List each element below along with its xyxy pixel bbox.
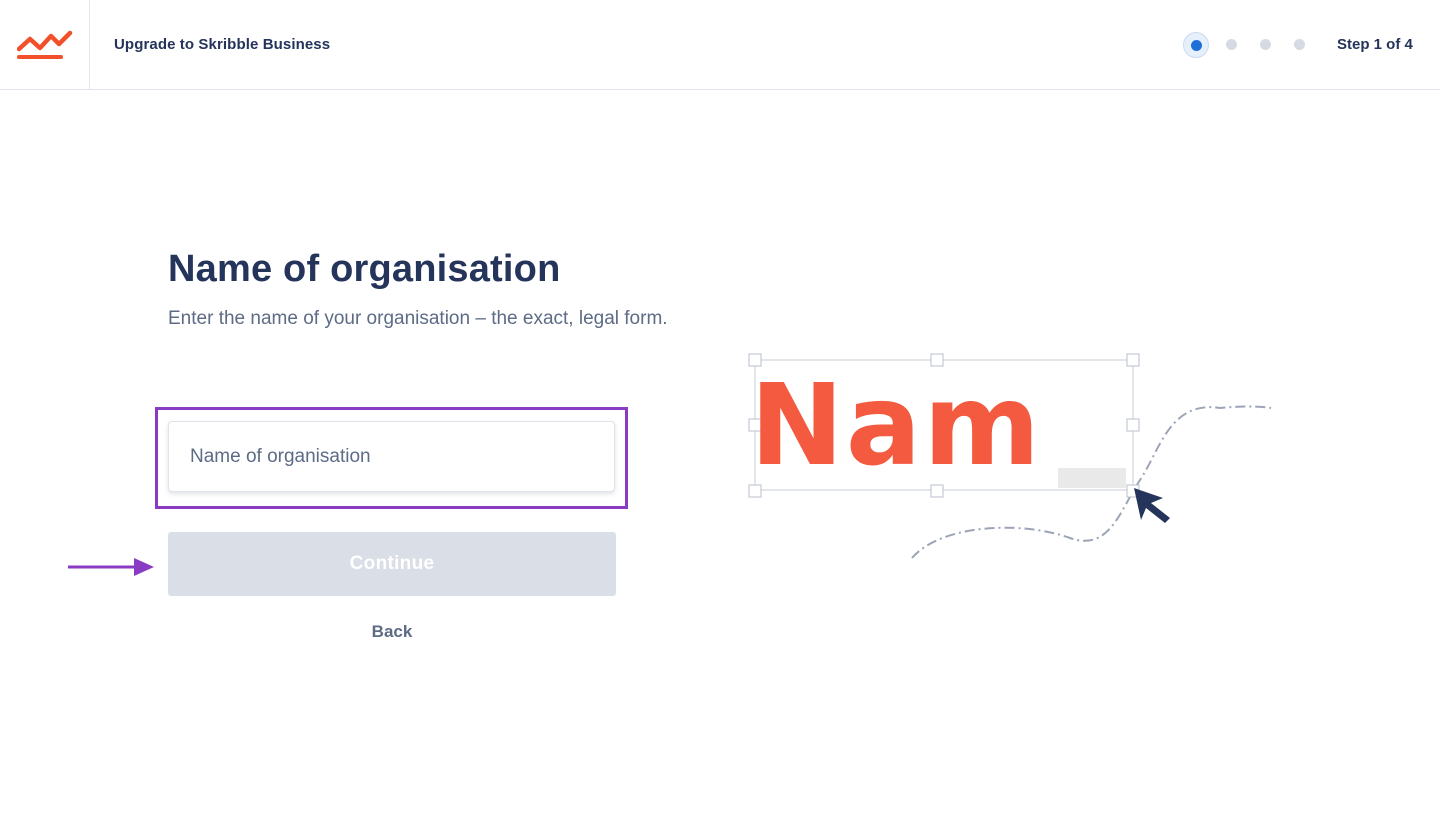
back-link[interactable]: Back	[168, 622, 616, 642]
top-bar: Upgrade to Skribble Business Step 1 of 4	[0, 0, 1440, 90]
logo[interactable]	[0, 0, 90, 89]
step-dot-4	[1294, 39, 1305, 50]
name-illustration: Nam	[748, 353, 1272, 559]
text-cursor-bar	[1058, 468, 1126, 488]
step-dot-2	[1226, 39, 1237, 50]
mouse-pointer-icon	[1134, 488, 1170, 523]
step-dot-1	[1183, 32, 1209, 58]
continue-button[interactable]: Continue	[168, 532, 616, 596]
skribble-logo-icon	[17, 30, 73, 59]
step-dot-3	[1260, 39, 1271, 50]
form-title: Name of organisation	[168, 248, 561, 290]
form-subtitle: Enter the name of your organisation – th…	[168, 308, 668, 329]
step-label: Step 1 of 4	[1337, 36, 1413, 53]
illustration-text: Nam	[750, 361, 1042, 491]
page-title: Upgrade to Skribble Business	[114, 36, 331, 53]
organisation-name-input[interactable]	[168, 421, 615, 492]
arrow-right-icon	[68, 558, 154, 576]
